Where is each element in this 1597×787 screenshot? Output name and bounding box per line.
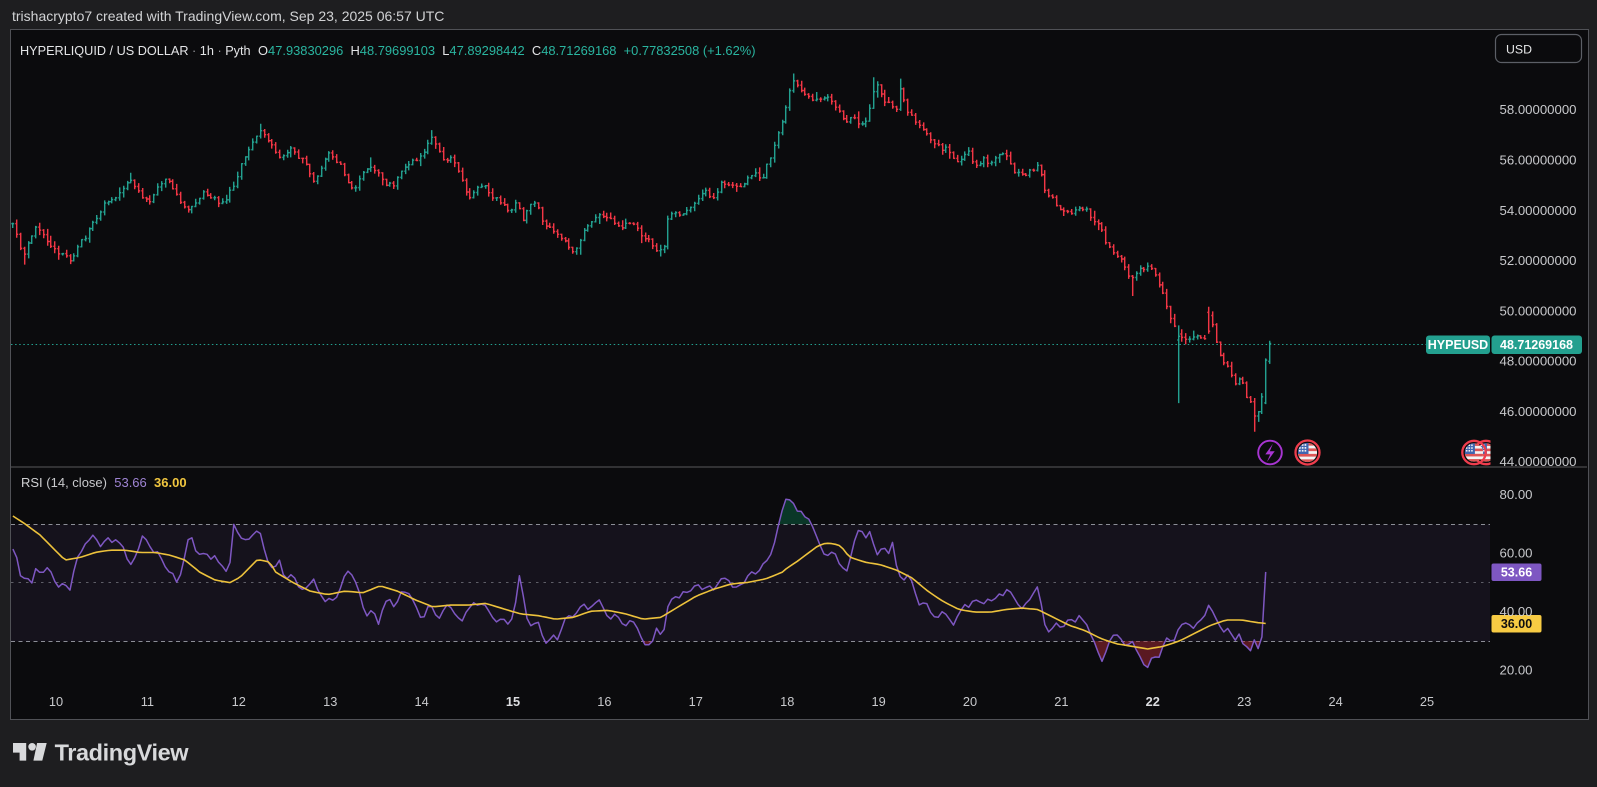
svg-text:20: 20 xyxy=(963,694,977,709)
svg-text:21: 21 xyxy=(1054,694,1068,709)
svg-text:11: 11 xyxy=(141,694,154,709)
svg-text:54.00000000: 54.00000000 xyxy=(1500,203,1577,218)
svg-text:HYPERLIQUID / US DOLLAR · 1h ·: HYPERLIQUID / US DOLLAR · 1h · Pyth xyxy=(20,44,251,58)
svg-text:60.00: 60.00 xyxy=(1500,546,1533,561)
svg-text:48.71269168: 48.71269168 xyxy=(1500,338,1573,352)
svg-text:15: 15 xyxy=(506,694,520,709)
svg-text:O47.93830296 H48.79699103 L4: O47.93830296 H48.79699103 L47.89298442 C… xyxy=(258,43,756,58)
svg-text:TradingView: TradingView xyxy=(54,743,189,766)
svg-text:HYPEUSD: HYPEUSD xyxy=(1428,338,1488,352)
svg-text:80.00: 80.00 xyxy=(1500,487,1533,502)
svg-text:USD: USD xyxy=(1506,43,1532,57)
svg-text:48.00000000: 48.00000000 xyxy=(1500,354,1577,369)
svg-text:50.00000000: 50.00000000 xyxy=(1500,303,1577,318)
svg-text:46.00000000: 46.00000000 xyxy=(1500,404,1577,419)
svg-text:14: 14 xyxy=(414,694,428,709)
svg-text:19: 19 xyxy=(871,694,885,709)
svg-text:22: 22 xyxy=(1146,694,1160,709)
svg-text:58.00000000: 58.00000000 xyxy=(1500,102,1577,117)
svg-text:16: 16 xyxy=(597,694,611,709)
svg-text:20.00: 20.00 xyxy=(1500,663,1533,678)
svg-text:23: 23 xyxy=(1237,694,1251,709)
svg-text:40.00: 40.00 xyxy=(1500,604,1533,619)
svg-text:56.00000000: 56.00000000 xyxy=(1500,153,1577,168)
svg-text:24: 24 xyxy=(1328,694,1342,709)
svg-text:RSI (14, close) 53.66 36.00: RSI (14, close) 53.66 36.00 xyxy=(21,475,187,490)
svg-text:25: 25 xyxy=(1420,694,1434,709)
svg-text:18: 18 xyxy=(780,694,794,709)
svg-text:17: 17 xyxy=(689,694,703,709)
svg-text:13: 13 xyxy=(323,694,337,709)
svg-text:44.00000000: 44.00000000 xyxy=(1500,454,1577,469)
svg-text:36.00: 36.00 xyxy=(1501,617,1532,631)
svg-text:52.00000000: 52.00000000 xyxy=(1500,253,1577,268)
svg-text:53.66: 53.66 xyxy=(1501,566,1532,580)
svg-text:12: 12 xyxy=(232,694,246,709)
svg-text:10: 10 xyxy=(49,694,63,709)
